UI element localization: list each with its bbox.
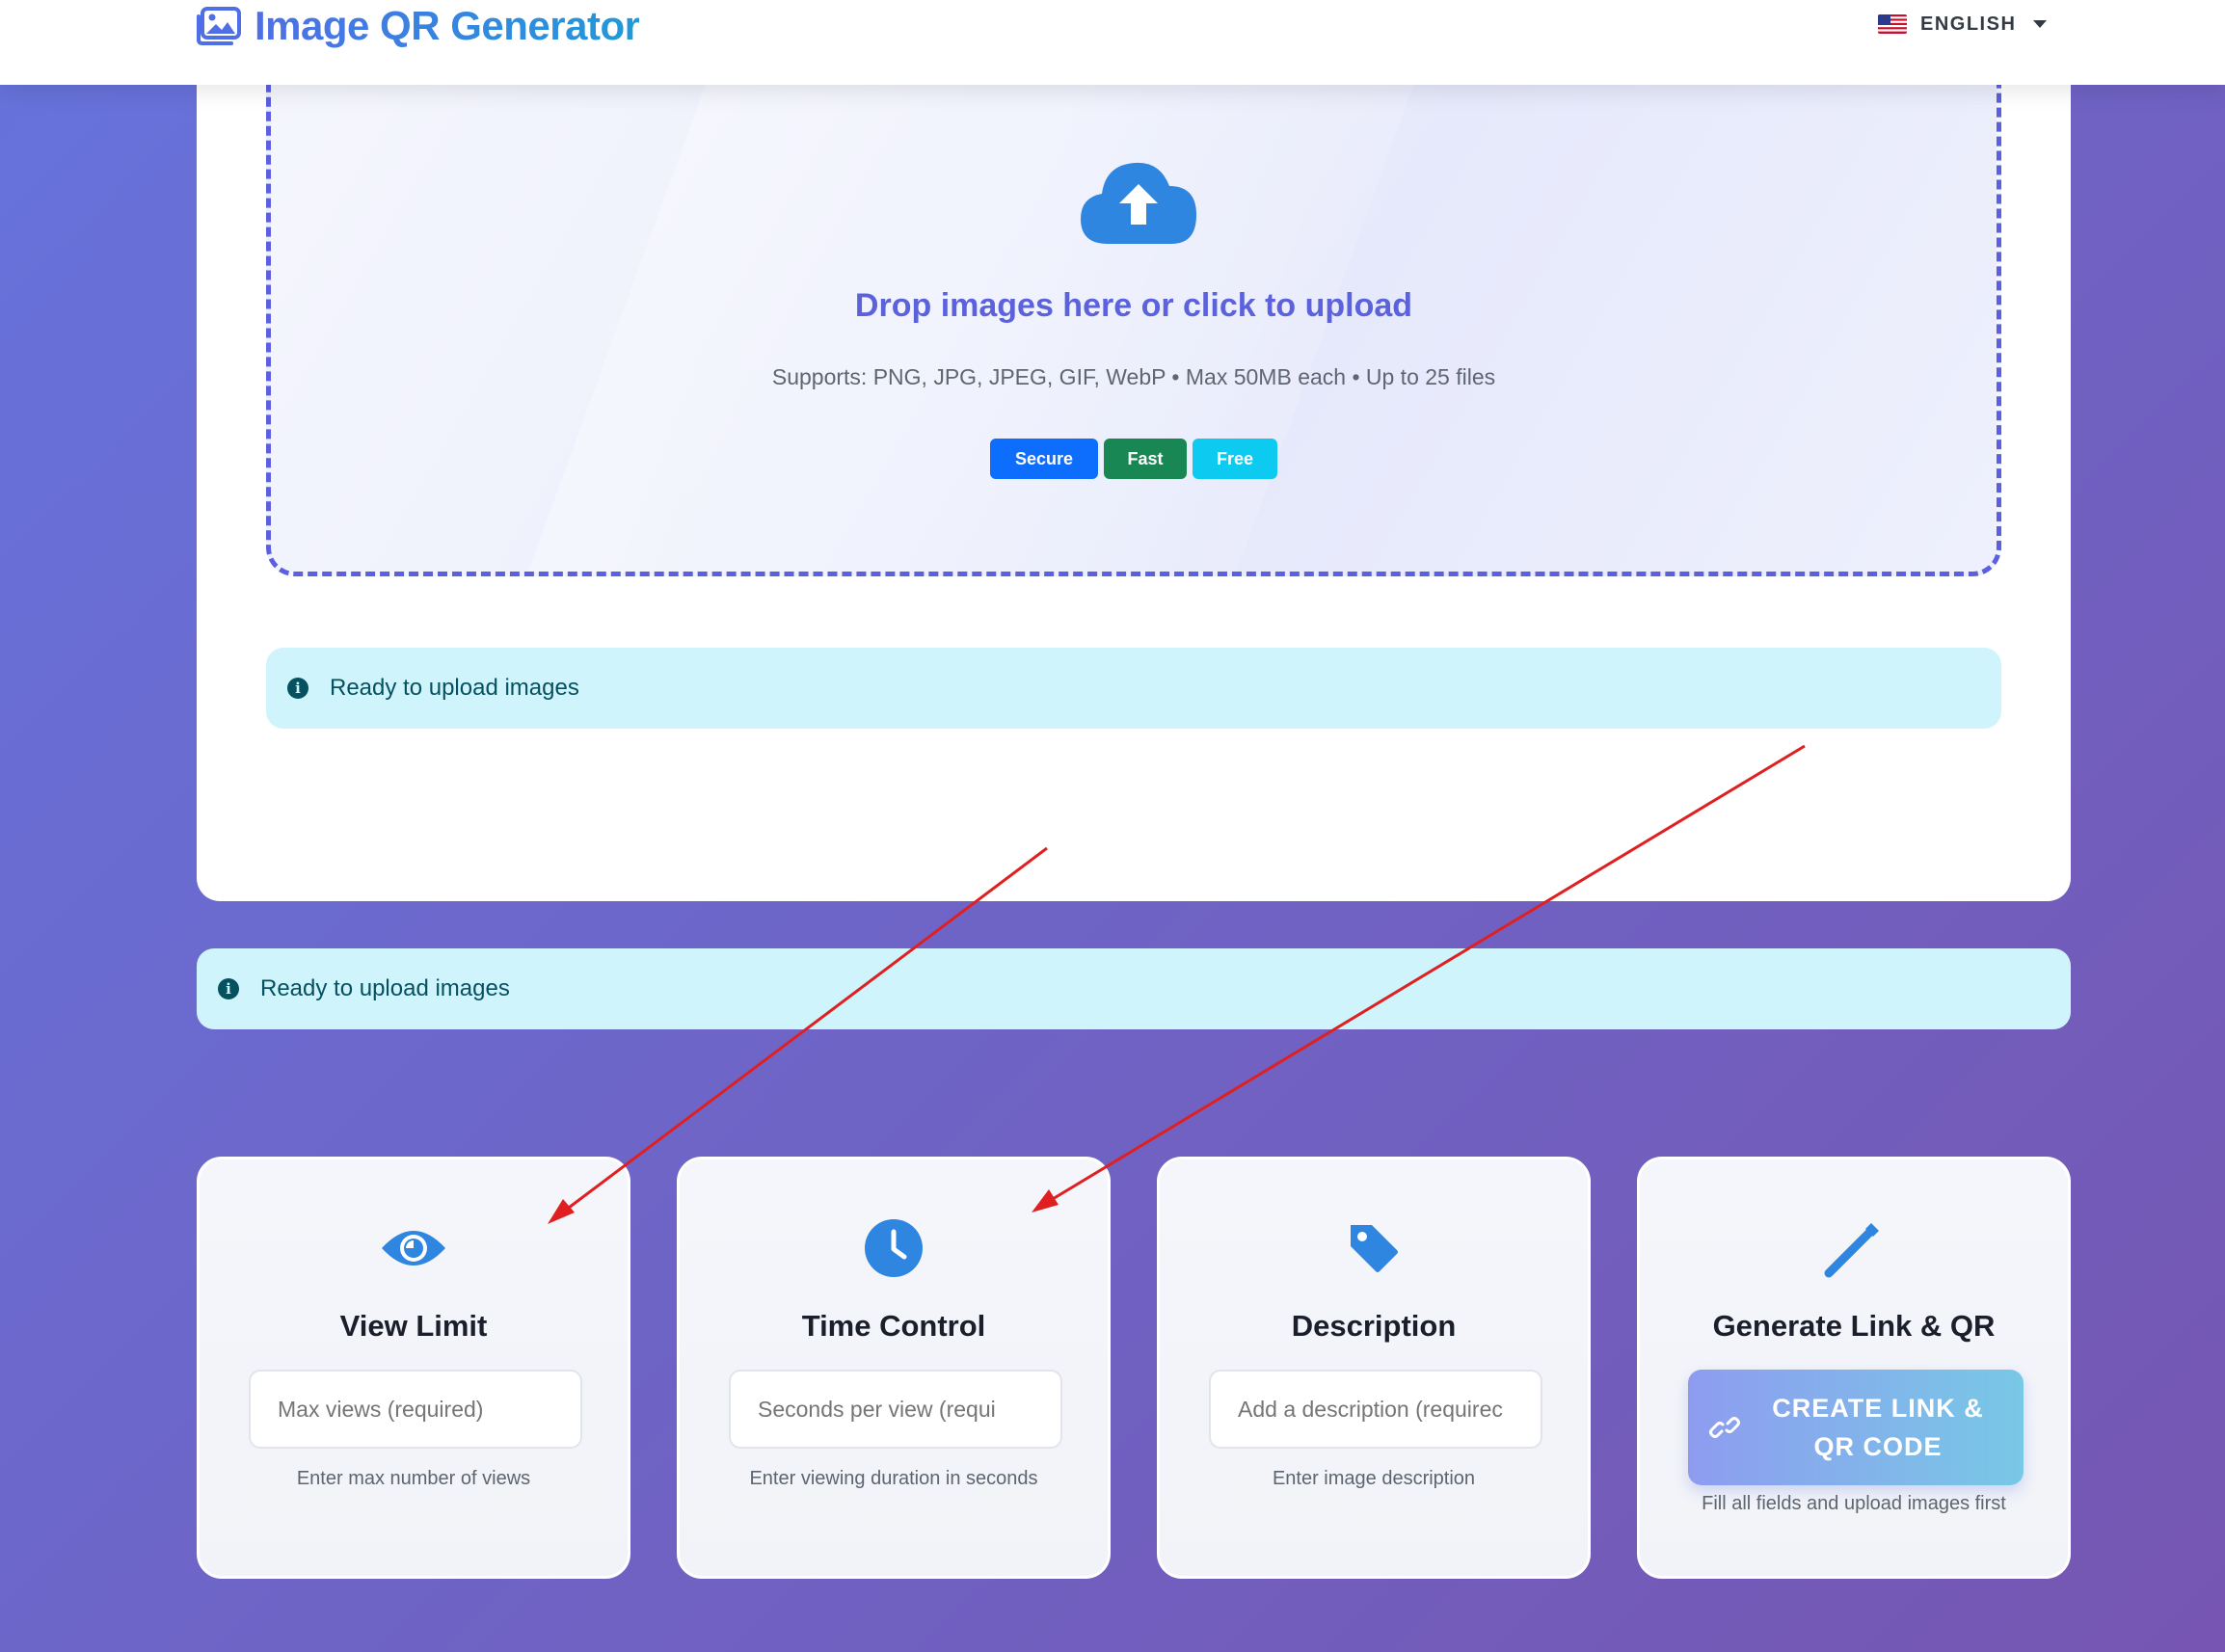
- images-icon: [197, 7, 241, 45]
- navbar: Image QR Generator ENGLISH: [0, 0, 2225, 85]
- seconds-per-view-help: Enter viewing duration in seconds: [749, 1468, 1038, 1489]
- eye-icon: [382, 1231, 445, 1266]
- generate-card: Generate Link & QR CREATE LINK & QR CODE…: [1637, 1157, 2071, 1579]
- upload-dropzone[interactable]: Drop images here or click to upload Supp…: [266, 77, 2001, 576]
- description-title: Description: [1291, 1309, 1457, 1343]
- language-label: ENGLISH: [1920, 13, 2017, 35]
- dropzone-shine: [358, 77, 1939, 572]
- max-views-help: Enter max number of views: [296, 1468, 531, 1489]
- description-input[interactable]: [1209, 1370, 1542, 1449]
- create-link-qr-button[interactable]: CREATE LINK & QR CODE: [1688, 1370, 2024, 1485]
- link-icon: [1709, 1417, 1740, 1438]
- status-alert-secondary: i Ready to upload images: [197, 948, 2071, 1029]
- status-alert: i Ready to upload images: [266, 648, 2001, 729]
- generate-title: Generate Link & QR: [1712, 1309, 1996, 1343]
- create-link-qr-label: CREATE LINK & QR CODE: [1772, 1394, 1984, 1461]
- seconds-per-view-input[interactable]: [729, 1370, 1062, 1449]
- generate-help: Fill all fields and upload images first: [1702, 1493, 2006, 1514]
- time-control-title: Time Control: [801, 1309, 986, 1343]
- us-flag-icon: [1878, 14, 1907, 34]
- status-message-secondary: Ready to upload images: [260, 975, 510, 1001]
- fast-badge: Fast: [1104, 439, 1187, 479]
- cloud-upload-icon: [1081, 162, 1196, 244]
- tag-icon: [1351, 1225, 1398, 1272]
- clock-icon: [865, 1219, 923, 1277]
- info-icon: i: [287, 678, 308, 699]
- app-title: Image QR Generator: [255, 3, 640, 48]
- info-icon: i: [218, 978, 239, 999]
- time-control-card: Time Control Enter viewing duration in s…: [677, 1157, 1111, 1579]
- badge-group: Secure Fast Free: [271, 439, 1997, 479]
- dropzone-subtitle: Supports: PNG, JPG, JPEG, GIF, WebP • Ma…: [771, 364, 1496, 389]
- status-message: Ready to upload images: [330, 675, 579, 701]
- language-selector[interactable]: ENGLISH: [1878, 8, 2048, 40]
- max-views-input[interactable]: [249, 1370, 582, 1449]
- magic-wand-icon: [1824, 1223, 1879, 1278]
- dropzone-title: Drop images here or click to upload: [854, 287, 1413, 324]
- brand[interactable]: Image QR Generator: [195, 2, 640, 50]
- description-help: Enter image description: [1272, 1468, 1476, 1489]
- secure-badge: Secure: [990, 439, 1098, 479]
- description-card: Description Enter image description: [1157, 1157, 1591, 1579]
- view-limit-title: View Limit: [339, 1309, 488, 1343]
- caret-down-icon: [2033, 20, 2048, 28]
- view-limit-card: View Limit Enter max number of views: [197, 1157, 630, 1579]
- free-badge: Free: [1193, 439, 1277, 479]
